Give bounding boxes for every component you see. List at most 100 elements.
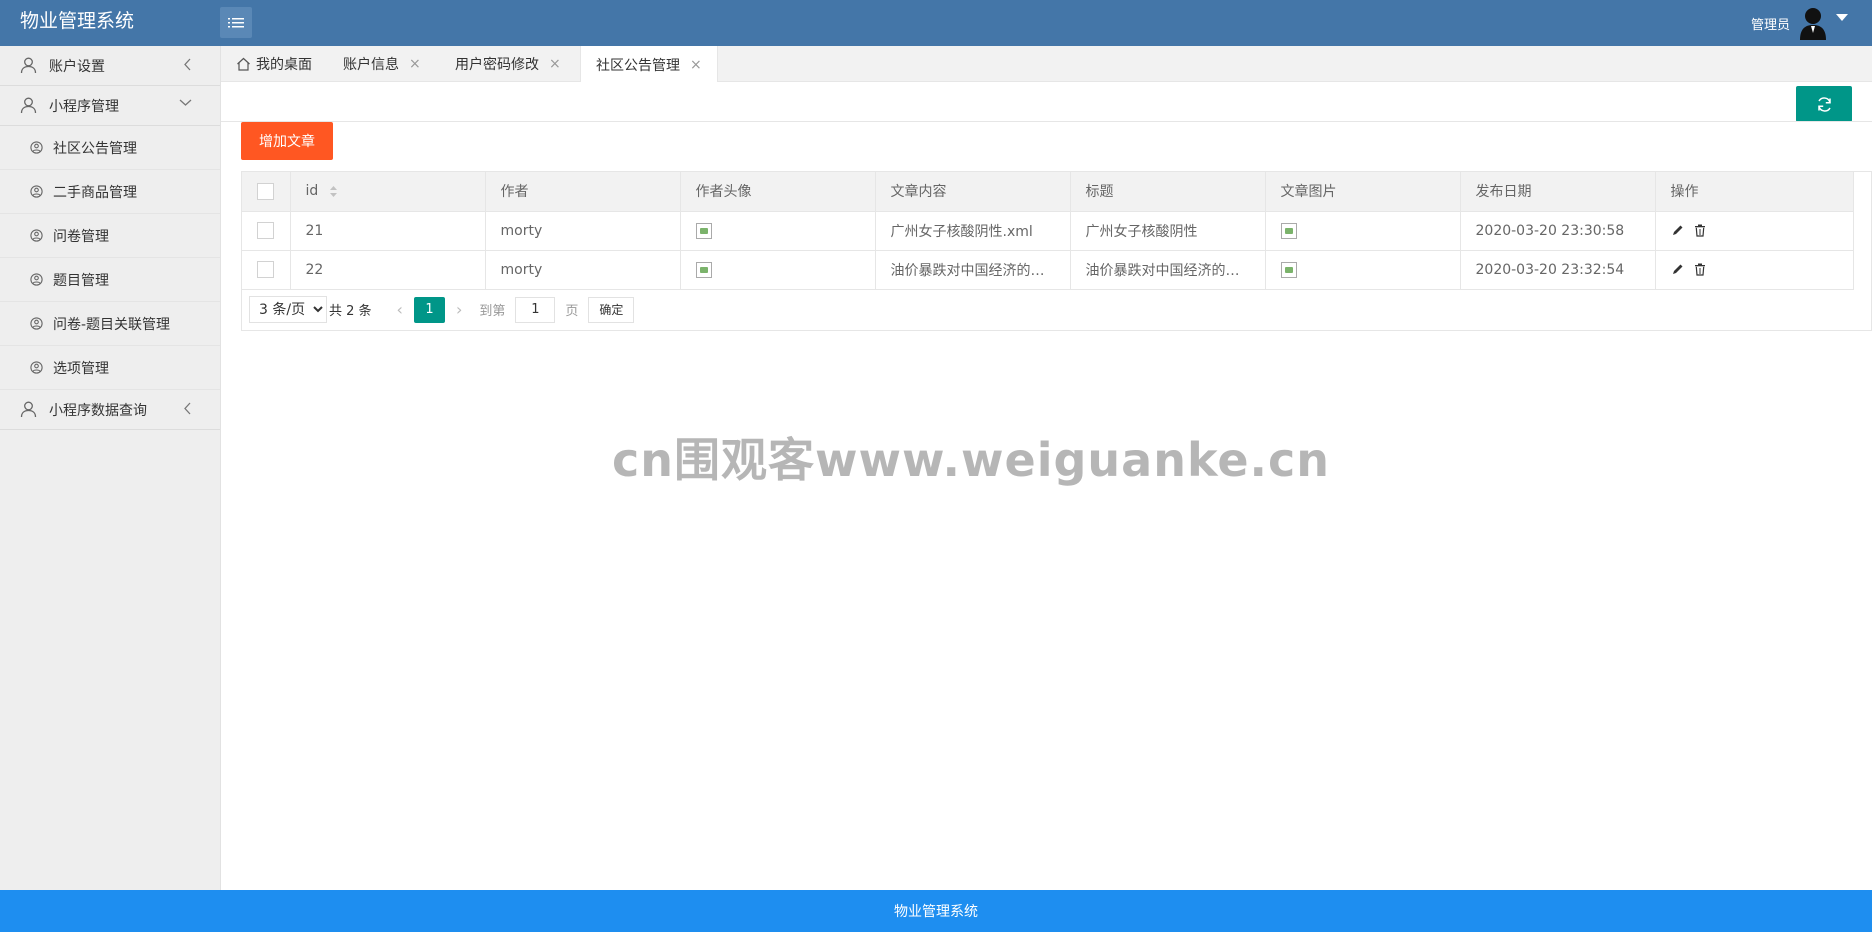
menu-toggle-button[interactable] xyxy=(220,7,252,38)
close-icon[interactable]: × xyxy=(690,57,702,73)
cell-actions xyxy=(1655,250,1854,290)
broken-image-icon xyxy=(1280,222,1297,239)
tab-account-info[interactable]: 账户信息 × xyxy=(343,46,421,82)
sidebar-subitem-label: 二手商品管理 xyxy=(53,184,137,201)
cell-date: 2020-03-20 23:30:58 xyxy=(1460,211,1656,251)
app-title: 物业管理系统 xyxy=(20,10,135,32)
chevron-down-icon[interactable] xyxy=(1836,13,1848,21)
broken-image-icon xyxy=(695,222,712,239)
cell-image xyxy=(1265,250,1461,290)
sidebar-item-account-settings[interactable]: 账户设置 xyxy=(0,46,220,86)
cell-avatar xyxy=(680,250,876,290)
home-icon xyxy=(237,57,250,71)
chevron-right-icon[interactable]: › xyxy=(456,300,462,319)
cell-content: 油价暴跌对中国经济的影响 xyxy=(875,250,1071,290)
column-header-avatar: 作者头像 xyxy=(680,172,876,212)
tab-my-desktop[interactable]: 我的桌面 xyxy=(236,46,312,82)
refresh-icon xyxy=(1817,96,1831,112)
chevron-left-icon xyxy=(184,402,191,415)
edit-icon[interactable] xyxy=(1671,263,1684,276)
goto-confirm-button[interactable]: 确定 xyxy=(588,296,635,323)
sidebar-subitem-second-hand[interactable]: 二手商品管理 xyxy=(0,170,220,214)
column-header-content: 文章内容 xyxy=(875,172,1071,212)
avatar[interactable] xyxy=(1798,6,1828,40)
sidebar-subitem-questionnaire-question-link[interactable]: 问卷-题目关联管理 xyxy=(0,302,220,346)
column-header-title: 标题 xyxy=(1070,172,1266,212)
divider xyxy=(221,121,1872,122)
footer: 物业管理系统 xyxy=(0,890,1872,932)
sort-icon[interactable] xyxy=(329,185,338,198)
goto-label: 到第 xyxy=(479,304,506,319)
column-header-actions: 操作 xyxy=(1655,172,1854,212)
page-size-select[interactable]: 3 条/页 xyxy=(249,296,327,323)
refresh-button[interactable] xyxy=(1796,86,1852,122)
row-select-cell xyxy=(242,211,291,251)
cell-id: 22 xyxy=(290,250,486,290)
cell-author: morty xyxy=(485,250,681,290)
trash-icon[interactable] xyxy=(1694,263,1706,276)
column-header-id[interactable]: id xyxy=(290,172,486,212)
user-circle-icon xyxy=(30,273,43,286)
chevron-down-icon xyxy=(179,99,192,106)
user-menu[interactable]: 管理员 xyxy=(1751,0,1848,46)
user-name[interactable]: 管理员 xyxy=(1751,14,1790,33)
sidebar-subitem-label: 选项管理 xyxy=(53,360,109,377)
cell-author: morty xyxy=(485,211,681,251)
tab-label: 账户信息 xyxy=(343,57,399,73)
cell-id: 21 xyxy=(290,211,486,251)
row-select-cell xyxy=(242,250,291,290)
sidebar-subitem-options[interactable]: 选项管理 xyxy=(0,346,220,390)
menu-icon xyxy=(228,17,244,27)
add-article-button[interactable]: 增加文章 xyxy=(241,122,333,160)
trash-icon[interactable] xyxy=(1694,224,1706,237)
broken-image-icon xyxy=(1280,261,1297,278)
top-header: 物业管理系统 管理员 xyxy=(0,0,1872,46)
tab-label: 我的桌面 xyxy=(256,57,312,73)
tab-bar: 我的桌面 账户信息 × 用户密码修改 × 社区公告管理 × xyxy=(221,46,1872,83)
column-header-label: id xyxy=(305,183,319,200)
tab-password-change[interactable]: 用户密码修改 × xyxy=(455,46,561,82)
sidebar-subitem-questionnaire[interactable]: 问卷管理 xyxy=(0,214,220,258)
user-circle-icon xyxy=(30,229,43,242)
row-checkbox[interactable] xyxy=(257,222,275,239)
sidebar-item-miniapp-management[interactable]: 小程序管理 xyxy=(0,86,220,126)
current-page-button[interactable]: 1 xyxy=(413,296,445,323)
sidebar: 账户设置 小程序管理 社区公告管理 二手商品管理 问卷管理 题目管理 问卷-题目… xyxy=(0,46,221,890)
goto-page-input[interactable] xyxy=(515,296,556,323)
close-icon[interactable]: × xyxy=(549,56,561,72)
tab-community-notice[interactable]: 社区公告管理 × xyxy=(580,46,718,83)
tab-label: 社区公告管理 xyxy=(596,57,680,74)
sidebar-subitem-community-notice[interactable]: 社区公告管理 xyxy=(0,126,220,170)
pagination: 3 条/页 共 2 条 ‹ 1 › 到第 页 确定 xyxy=(242,290,1871,330)
cell-title: 油价暴跌对中国经济的影响 xyxy=(1070,250,1266,290)
user-circle-icon xyxy=(30,317,43,330)
total-count: 共 2 条 xyxy=(329,304,372,319)
page-unit-label: 页 xyxy=(565,304,579,319)
sidebar-subitem-questions[interactable]: 题目管理 xyxy=(0,258,220,302)
cell-actions xyxy=(1655,211,1854,251)
broken-image-icon xyxy=(695,261,712,278)
table-row: 21 morty 广州女子核酸阴性.xml 广州女子核酸阴性 2020-03-2… xyxy=(242,211,1854,251)
cell-title: 广州女子核酸阴性 xyxy=(1070,211,1266,251)
user-circle-icon xyxy=(30,361,43,374)
sidebar-subitem-label: 问卷管理 xyxy=(53,228,109,245)
user-circle-icon xyxy=(30,185,43,198)
watermark: cn围观客www.weiguanke.cn xyxy=(612,433,1331,487)
cell-image xyxy=(1265,211,1461,251)
tab-label: 用户密码修改 xyxy=(455,57,539,73)
chevron-left-icon xyxy=(184,58,191,71)
table-header-row: id 作者 作者头像 文章内容 标题 文章图片 发布日期 操作 xyxy=(242,172,1854,212)
chevron-left-icon[interactable]: ‹ xyxy=(397,300,403,319)
column-header-date: 发布日期 xyxy=(1460,172,1656,212)
select-all-checkbox[interactable] xyxy=(257,182,275,200)
sidebar-subitem-label: 社区公告管理 xyxy=(53,140,137,157)
sidebar-item-label: 小程序管理 xyxy=(49,98,119,115)
row-checkbox[interactable] xyxy=(257,261,275,278)
table-row: 22 morty 油价暴跌对中国经济的影响 油价暴跌对中国经济的影响 2020-… xyxy=(242,250,1854,290)
sidebar-item-label: 账户设置 xyxy=(49,58,105,75)
cell-content: 广州女子核酸阴性.xml xyxy=(875,211,1071,251)
data-table: id 作者 作者头像 文章内容 标题 文章图片 发布日期 操作 21 morty xyxy=(241,171,1872,331)
edit-icon[interactable] xyxy=(1671,224,1684,237)
sidebar-item-miniapp-data-query[interactable]: 小程序数据查询 xyxy=(0,390,220,430)
close-icon[interactable]: × xyxy=(409,56,421,72)
